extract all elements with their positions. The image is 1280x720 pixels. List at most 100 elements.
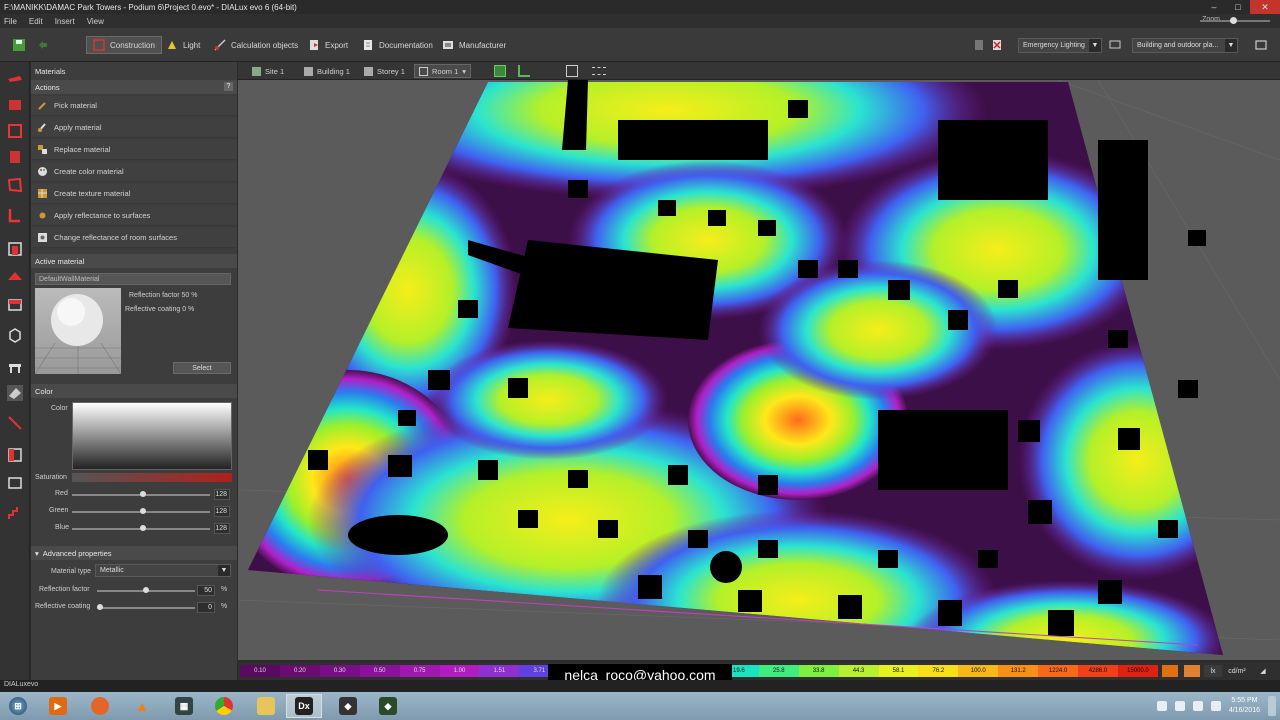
- reflection-factor-value[interactable]: 50: [197, 585, 215, 596]
- tray-network-icon[interactable]: [1192, 701, 1203, 711]
- tab-site[interactable]: Site 1: [248, 64, 288, 78]
- pointer-tool-icon[interactable]: [6, 70, 24, 88]
- legend-color-swatch[interactable]: [1162, 665, 1178, 677]
- green-slider-knob[interactable]: [140, 508, 146, 514]
- lux-unit-button[interactable]: lx: [1204, 665, 1222, 677]
- scene-dropdown[interactable]: Building and outdoor pla... ▼: [1132, 38, 1238, 53]
- blue-slider-knob[interactable]: [140, 525, 146, 531]
- maximize-view-icon[interactable]: [1254, 38, 1268, 52]
- advanced-properties-header[interactable]: ▾ Advanced properties: [31, 546, 237, 560]
- red-slider[interactable]: [72, 491, 210, 497]
- red-slider-knob[interactable]: [140, 491, 146, 497]
- saturation-bar[interactable]: [72, 473, 232, 482]
- firefox-icon[interactable]: [82, 694, 118, 718]
- lock-icon[interactable]: [972, 38, 986, 52]
- 3d-viewport[interactable]: [238, 80, 1280, 660]
- stairs-tool-icon[interactable]: [6, 504, 24, 522]
- legend-tick-label: 0.10: [240, 665, 280, 677]
- select-material-button[interactable]: Select: [173, 362, 231, 374]
- reflection-factor-knob[interactable]: [143, 587, 149, 593]
- opening-tool-icon[interactable]: [6, 240, 24, 258]
- cube-tool-icon[interactable]: [6, 326, 24, 344]
- tab-manufacturer[interactable]: Manufacturer: [436, 36, 512, 54]
- window-tool-icon[interactable]: [6, 446, 24, 464]
- app-glyph-icon: ◆: [339, 697, 357, 715]
- action-change-room-reflectance[interactable]: Change reflectance of room surfaces: [31, 228, 237, 248]
- tab-construction[interactable]: Construction: [86, 36, 162, 54]
- zoom-slider[interactable]: [1200, 17, 1270, 24]
- reflective-coating-value[interactable]: 0: [197, 602, 215, 613]
- green-slider[interactable]: [72, 508, 210, 514]
- furniture-tool-icon[interactable]: [6, 358, 24, 376]
- line-tool-icon[interactable]: [6, 414, 24, 432]
- action-apply-material[interactable]: Apply material: [31, 118, 237, 138]
- blue-value[interactable]: 128: [214, 523, 230, 534]
- reflection-factor-slider[interactable]: [97, 587, 195, 593]
- delete-icon[interactable]: [990, 38, 1004, 52]
- import-tool-icon[interactable]: [6, 96, 24, 114]
- actions-header[interactable]: Actions ?: [31, 80, 237, 94]
- material-type-dropdown[interactable]: Metallic ▼: [95, 564, 231, 577]
- display-settings-icon[interactable]: [1108, 38, 1122, 52]
- room-tool-icon[interactable]: [6, 176, 24, 194]
- show-desktop-button[interactable]: [1268, 696, 1276, 716]
- close-button[interactable]: ✕: [1250, 0, 1280, 14]
- blue-slider[interactable]: [72, 525, 210, 531]
- tray-arrow-icon[interactable]: [1156, 701, 1167, 711]
- legend-swatch-2[interactable]: [1184, 665, 1200, 677]
- red-value[interactable]: 128: [214, 489, 230, 500]
- dialux-taskbar-button[interactable]: Dx: [286, 694, 322, 718]
- undo-icon[interactable]: [36, 38, 50, 52]
- frame-tool-icon[interactable]: [6, 474, 24, 492]
- tray-volume-icon[interactable]: [1210, 701, 1221, 711]
- reflective-coating-slider[interactable]: [97, 604, 195, 610]
- calendar-icon[interactable]: ▦: [166, 694, 202, 718]
- action-create-color-material[interactable]: Create color material: [31, 162, 237, 182]
- tab-calculation-objects[interactable]: Calculation objects: [208, 36, 304, 54]
- candela-unit-label[interactable]: cd/m²: [1224, 665, 1250, 677]
- action-apply-reflectance[interactable]: Apply reflectance to surfaces: [31, 206, 237, 226]
- measure-icon[interactable]: [592, 67, 606, 75]
- zoom-slider-knob[interactable]: [1230, 17, 1237, 24]
- save-icon[interactable]: [12, 38, 26, 52]
- reflective-coating-knob[interactable]: [97, 604, 103, 610]
- action-replace-material[interactable]: Replace material: [31, 140, 237, 160]
- storey-tool-icon[interactable]: [6, 148, 24, 166]
- vlc-icon[interactable]: ▲: [124, 694, 160, 718]
- green-value[interactable]: 128: [214, 506, 230, 517]
- building-tool-icon[interactable]: [6, 122, 24, 140]
- color-picker-field[interactable]: [72, 402, 232, 470]
- start-button[interactable]: ⊞: [0, 694, 36, 718]
- minimize-button[interactable]: –: [1202, 0, 1226, 14]
- menu-file[interactable]: File: [4, 17, 17, 26]
- tab-light[interactable]: Light: [160, 36, 206, 54]
- maximize-button[interactable]: □: [1226, 0, 1250, 14]
- tab-documentation[interactable]: Documentation: [356, 36, 439, 54]
- action-pick-material[interactable]: Pick material: [31, 96, 237, 116]
- help-icon[interactable]: ?: [224, 82, 233, 91]
- legend-arrow-icon[interactable]: ◢: [1256, 665, 1270, 677]
- tab-room[interactable]: Room 1 ▾: [414, 64, 472, 78]
- roof-tool-icon[interactable]: [6, 268, 24, 286]
- wall-tool-icon[interactable]: [6, 206, 24, 224]
- menu-view[interactable]: View: [87, 17, 104, 26]
- ceiling-tool-icon[interactable]: [6, 296, 24, 314]
- menu-insert[interactable]: Insert: [55, 17, 75, 26]
- chrome-icon[interactable]: [206, 694, 242, 718]
- folder-icon[interactable]: [248, 694, 284, 718]
- action-create-texture-material[interactable]: Create texture material: [31, 184, 237, 204]
- tab-export[interactable]: Export: [302, 36, 354, 54]
- view-mode-floor-button[interactable]: [518, 65, 530, 77]
- media-player-icon[interactable]: ▶: [40, 694, 76, 718]
- tab-storey[interactable]: Storey 1: [360, 64, 409, 78]
- view-mode-3d-button[interactable]: [494, 65, 506, 77]
- menu-edit[interactable]: Edit: [29, 17, 43, 26]
- emergency-lighting-dropdown[interactable]: Emergency Lighting ▼: [1018, 38, 1102, 53]
- fit-view-icon[interactable]: [566, 65, 578, 77]
- tab-building[interactable]: Building 1: [300, 64, 354, 78]
- material-tool-icon[interactable]: [6, 384, 24, 402]
- system-clock[interactable]: 5:55 PM 4/16/2016: [1229, 696, 1260, 716]
- app-icon-2[interactable]: ◆: [370, 694, 406, 718]
- tray-flag-icon[interactable]: [1174, 701, 1185, 711]
- app-icon-1[interactable]: ◆: [330, 694, 366, 718]
